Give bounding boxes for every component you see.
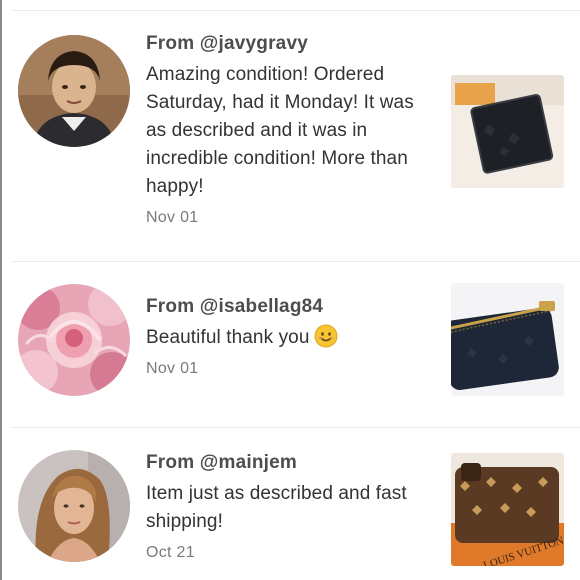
smiling-face-icon [314,324,338,348]
listing-thumbnail[interactable]: LOUIS VUITTON [451,453,564,566]
monogram-wallet-photo-icon: LOUIS VUITTON [451,453,564,566]
review-date: Nov 01 [146,209,199,226]
user-avatar-boy-icon [18,35,130,147]
review-text-line: Beautiful thank you [146,324,434,352]
review-content: From @javygravy Amazing condition! Order… [146,33,434,227]
user-avatar-roses-icon [18,284,130,396]
listing-thumbnail[interactable] [451,75,564,188]
review-text: Amazing condition! Ordered Saturday, had… [146,64,414,197]
user-avatar[interactable] [18,35,130,147]
review-date: Oct 21 [146,544,195,561]
black-wallet-photo-icon [451,75,564,188]
review-text: Item just as described and fast shipping… [146,483,407,532]
user-avatar-woman-icon [18,450,130,562]
user-avatar[interactable] [18,450,130,562]
divider [12,427,580,428]
navy-pouch-photo-icon [451,283,564,396]
review-content: From @mainjem Item just as described and… [146,452,434,562]
divider [12,261,580,262]
review-author[interactable]: From @javygravy [146,33,434,55]
reviews-page: From @javygravy Amazing condition! Order… [0,0,580,580]
left-edge-divider [0,0,2,580]
review-author[interactable]: From @mainjem [146,452,434,474]
user-avatar[interactable] [18,284,130,396]
divider [12,10,580,11]
review-author[interactable]: From @isabellag84 [146,296,434,318]
listing-thumbnail[interactable] [451,283,564,396]
review-date: Nov 01 [146,360,199,377]
review-content: From @isabellag84 Beautiful thank you No… [146,296,434,378]
review-text: Beautiful thank you [146,327,310,348]
